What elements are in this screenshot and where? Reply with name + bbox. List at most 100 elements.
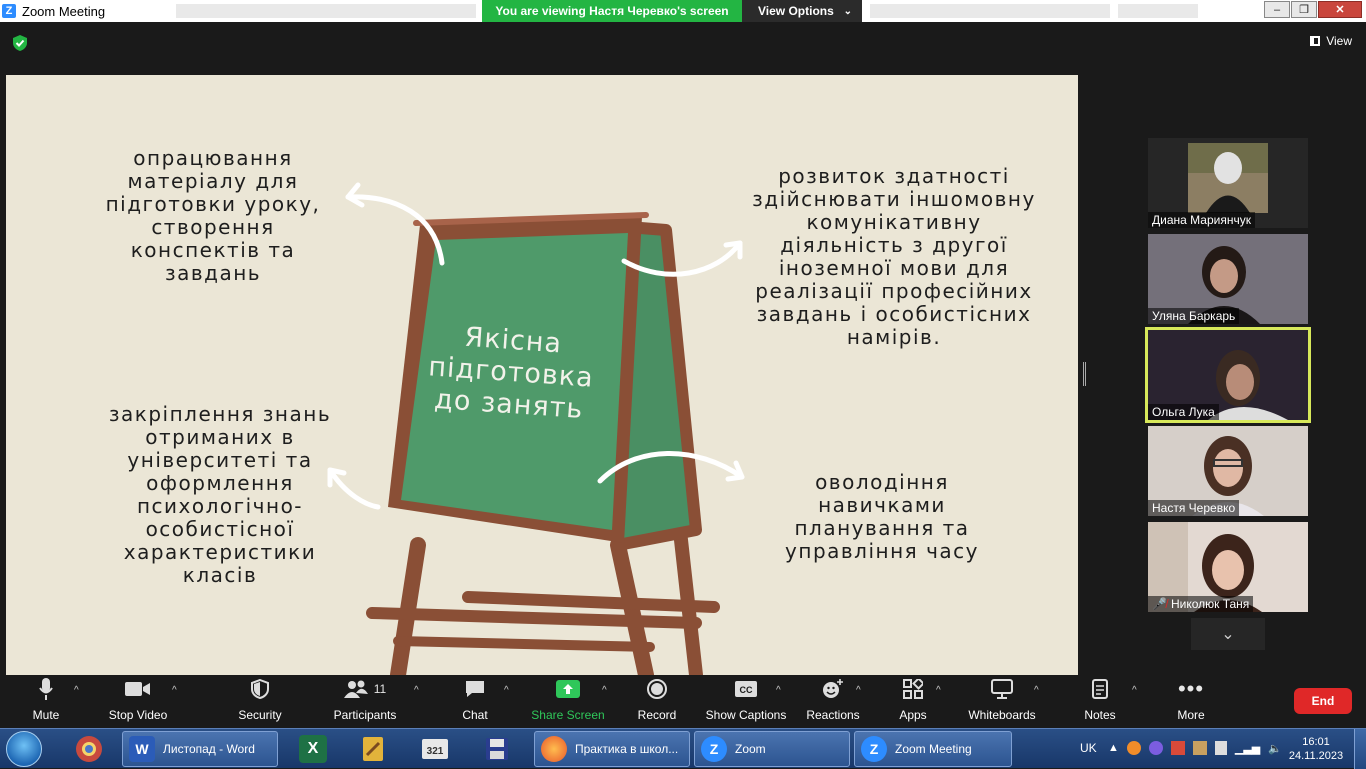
participant-name: Настя Черевко (1148, 500, 1240, 516)
hidden-toolbar (870, 4, 1110, 18)
more-button[interactable]: ••• More (1170, 675, 1212, 728)
view-options-button[interactable]: View Options ⌄ (742, 0, 862, 22)
more-label: More (1177, 708, 1205, 722)
taskbar-word[interactable]: W Листопад - Word (122, 731, 278, 767)
apps-button[interactable]: Apps (892, 675, 934, 728)
hidden-toolbar (176, 4, 476, 18)
participants-icon: 11 (343, 678, 386, 700)
whiteboards-button[interactable]: Whiteboards (964, 675, 1040, 728)
show-desktop-button[interactable] (1354, 729, 1366, 769)
participant-tile-active-speaker[interactable]: Ольга Лука (1145, 327, 1311, 423)
meeting-toolbar: Mute ^ Stop Video ^ Security 11 Particip… (0, 675, 1366, 728)
tray-app-icon[interactable] (1148, 741, 1163, 755)
taskbar-zoom-meeting[interactable]: Z Zoom Meeting (854, 731, 1012, 767)
hidden-toolbar (1118, 4, 1198, 18)
whiteboard-icon (991, 678, 1013, 700)
volume-icon[interactable]: 🔈 (1268, 742, 1282, 755)
flag-icon[interactable] (1214, 741, 1227, 755)
system-tray: ▲ ▁▃▅ 🔈 (1108, 741, 1282, 755)
maximize-button[interactable]: ❐ (1291, 1, 1317, 18)
firefox-icon (541, 736, 567, 762)
participant-name: Диана Мариянчук (1148, 212, 1255, 228)
zoom-icon: Z (861, 736, 887, 762)
record-button[interactable]: Record (634, 675, 680, 728)
winrar-icon[interactable] (346, 732, 400, 766)
chat-options-caret[interactable]: ^ (504, 685, 509, 696)
network-signal-icon[interactable]: ▁▃▅ (1235, 742, 1260, 755)
chat-button[interactable]: Chat (456, 675, 494, 728)
grid-icon (1310, 36, 1321, 46)
encryption-shield-icon[interactable] (12, 34, 28, 52)
participant-tile[interactable]: 🎤̸ Николюк Таня (1148, 522, 1308, 612)
splitter-handle[interactable] (1083, 362, 1086, 386)
minimize-button[interactable]: – (1264, 1, 1290, 18)
shared-screen: Якісна підготовка до занять опрацювання … (6, 75, 1078, 675)
taskbar-firefox[interactable]: Практика в школ... (534, 731, 690, 767)
security-label: Security (238, 708, 282, 722)
show-captions-button[interactable]: CC Show Captions (704, 675, 788, 728)
clock[interactable]: 16:01 24.11.2023 (1284, 735, 1348, 763)
notes-options-caret[interactable]: ^ (1132, 685, 1137, 696)
chat-label: Chat (462, 708, 488, 722)
participant-tile[interactable]: Уляна Баркарь (1148, 234, 1308, 324)
close-button[interactable]: ✕ (1318, 1, 1362, 18)
chat-bubble-icon (464, 678, 486, 700)
word-icon: W (129, 736, 155, 762)
chevron-down-icon: ⌄ (1221, 626, 1235, 643)
window-controls: – ❐ ✕ (1264, 1, 1362, 18)
board-title: Якісна підготовка до занять (427, 321, 595, 426)
view-options-label: View Options (758, 4, 834, 18)
slide-text-top-left: опрацювання матеріалу для підготовки уро… (105, 146, 321, 285)
participants-button[interactable]: 11 Participants (330, 675, 400, 728)
reactions-button[interactable]: Reactions (804, 675, 862, 728)
start-button[interactable] (6, 731, 42, 767)
stop-video-label: Stop Video (108, 708, 168, 722)
stop-video-button[interactable]: Stop Video (104, 675, 172, 728)
participant-tile[interactable]: Диана Мариянчук (1148, 138, 1308, 228)
tray-app-icon[interactable] (1126, 741, 1141, 755)
view-layout-button[interactable]: View (1310, 34, 1352, 48)
media-player-classic-icon[interactable]: 321 (408, 732, 462, 766)
video-camera-icon (125, 678, 151, 700)
slide-text-bottom-right: оволодіння навичками планування та управ… (785, 470, 979, 563)
reactions-options-caret[interactable]: ^ (856, 685, 861, 696)
reactions-label: Reactions (806, 708, 860, 722)
participant-tile[interactable]: Настя Черевко (1148, 426, 1308, 516)
gallery-scroll-down-button[interactable]: ⌄ (1191, 618, 1265, 650)
end-meeting-button[interactable]: End (1294, 688, 1352, 714)
participant-name: Уляна Баркарь (1148, 308, 1240, 324)
language-indicator[interactable]: UK (1080, 741, 1097, 755)
participants-options-caret[interactable]: ^ (414, 685, 419, 696)
taskbar-zoom[interactable]: Z Zoom (694, 731, 850, 767)
share-options-caret[interactable]: ^ (602, 685, 607, 696)
microphone-icon (39, 678, 53, 700)
chrome-icon[interactable] (62, 732, 116, 766)
taskbar-zoom-label: Zoom (735, 742, 766, 756)
apps-options-caret[interactable]: ^ (936, 685, 941, 696)
participant-name: Ольга Лука (1148, 404, 1219, 420)
security-button[interactable]: Security (234, 675, 286, 728)
apps-icon (903, 678, 923, 700)
notes-button[interactable]: Notes (1078, 675, 1122, 728)
excel-icon[interactable]: X (286, 732, 340, 766)
tray-app-icon[interactable] (1170, 741, 1185, 755)
mic-muted-icon: 🎤̸ (1152, 597, 1167, 611)
notes-icon (1092, 678, 1108, 700)
windows-taskbar: W Листопад - Word X 321 Практика в школ.… (0, 728, 1366, 769)
taskbar-word-label: Листопад - Word (163, 742, 255, 756)
mute-button[interactable]: Mute (20, 675, 72, 728)
tray-app-icon[interactable] (1192, 741, 1207, 755)
video-options-caret[interactable]: ^ (172, 685, 177, 696)
ellipsis-icon: ••• (1177, 676, 1205, 701)
tray-expand-icon[interactable]: ▲ (1108, 742, 1119, 754)
share-screen-icon (556, 678, 580, 700)
captions-options-caret[interactable]: ^ (776, 685, 781, 696)
share-screen-label: Share Screen (531, 708, 605, 722)
whiteboards-options-caret[interactable]: ^ (1034, 685, 1039, 696)
save-disk-icon[interactable] (470, 732, 524, 766)
share-screen-button[interactable]: Share Screen (530, 675, 606, 728)
mute-options-caret[interactable]: ^ (74, 685, 79, 696)
svg-text:321: 321 (427, 746, 444, 757)
closed-captions-icon: CC (735, 678, 757, 700)
mute-label: Mute (32, 708, 60, 722)
